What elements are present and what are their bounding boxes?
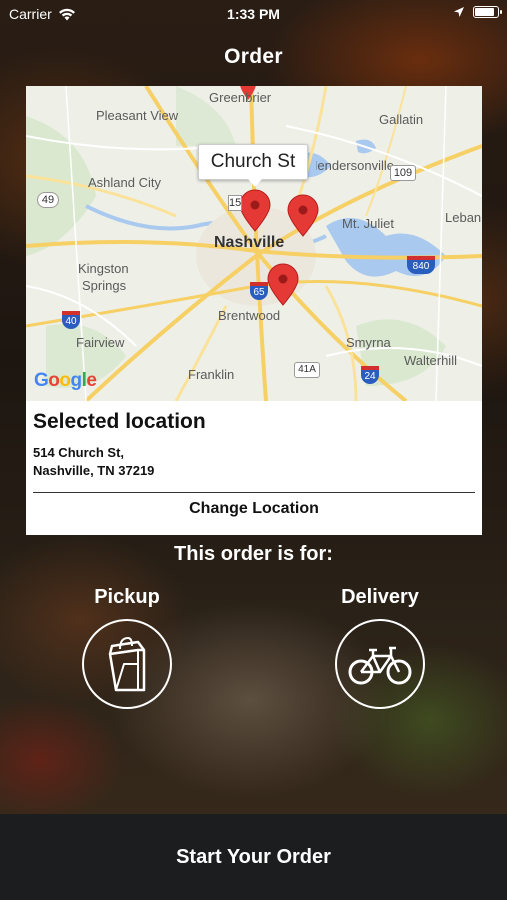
- route-shield-icon: 109: [390, 165, 416, 181]
- interstate-shield-icon: 840: [407, 256, 435, 274]
- selected-location-heading: Selected location: [33, 410, 206, 433]
- map-label: Leban: [445, 210, 482, 225]
- map-label: Greenbrier: [209, 90, 272, 105]
- map-label: Fairview: [76, 335, 125, 350]
- delivery-button[interactable]: [335, 619, 425, 709]
- map-label: Brentwood: [218, 308, 281, 323]
- map-label: Gallatin: [379, 112, 424, 127]
- selected-address: 514 Church St, Nashville, TN 37219: [33, 444, 154, 480]
- divider: [33, 492, 475, 493]
- address-line-1: 514 Church St,: [33, 445, 125, 460]
- location-map[interactable]: Church St Greenbrier Pleasant View Galla…: [26, 86, 482, 401]
- battery-icon: [473, 6, 502, 18]
- status-bar: Carrier 1:33 PM: [0, 0, 507, 28]
- map-label: Hendersonville: [308, 158, 394, 173]
- map-label: Springs: [82, 278, 127, 293]
- interstate-shield-icon: 40: [62, 311, 80, 329]
- interstate-shield-icon: 65: [250, 282, 268, 300]
- route-shield-icon: 49: [37, 192, 59, 208]
- map-label: Franklin: [188, 367, 235, 382]
- google-logo: Google: [34, 370, 97, 391]
- clock: 1:33 PM: [227, 6, 280, 22]
- interstate-shield-icon: 24: [361, 366, 379, 384]
- page-title: Order: [224, 45, 283, 68]
- location-callout[interactable]: Church St: [198, 144, 308, 187]
- start-order-button[interactable]: Start Your Order: [0, 814, 507, 900]
- map-label: Ashland City: [88, 175, 161, 190]
- pickup-option[interactable]: Pickup: [57, 586, 197, 709]
- route-shield-icon: 41A: [294, 362, 320, 378]
- location-arrow-icon: [454, 7, 464, 17]
- bicycle-icon: [348, 646, 412, 685]
- address-line-2: Nashville, TN 37219: [33, 463, 155, 478]
- map-label: Walterhill: [404, 353, 457, 368]
- map-label: Pleasant View: [96, 108, 179, 123]
- map-label: Smyrna: [346, 335, 391, 350]
- start-order-label: Start Your Order: [176, 845, 331, 868]
- location-card: Church St Greenbrier Pleasant View Galla…: [26, 86, 482, 535]
- map-label: Mt. Juliet: [342, 216, 395, 231]
- map-label-city: Nashville: [214, 234, 285, 251]
- delivery-label: Delivery: [341, 586, 419, 608]
- change-location-button[interactable]: Change Location: [26, 500, 482, 518]
- pickup-label: Pickup: [94, 586, 160, 608]
- map-label: Kingston: [78, 261, 129, 276]
- pickup-button[interactable]: [82, 619, 172, 709]
- delivery-option[interactable]: Delivery: [310, 586, 450, 709]
- order-type-prompt: This order is for:: [174, 543, 333, 565]
- paper-bag-icon: [108, 636, 146, 692]
- route-shield-icon: 155: [228, 195, 242, 211]
